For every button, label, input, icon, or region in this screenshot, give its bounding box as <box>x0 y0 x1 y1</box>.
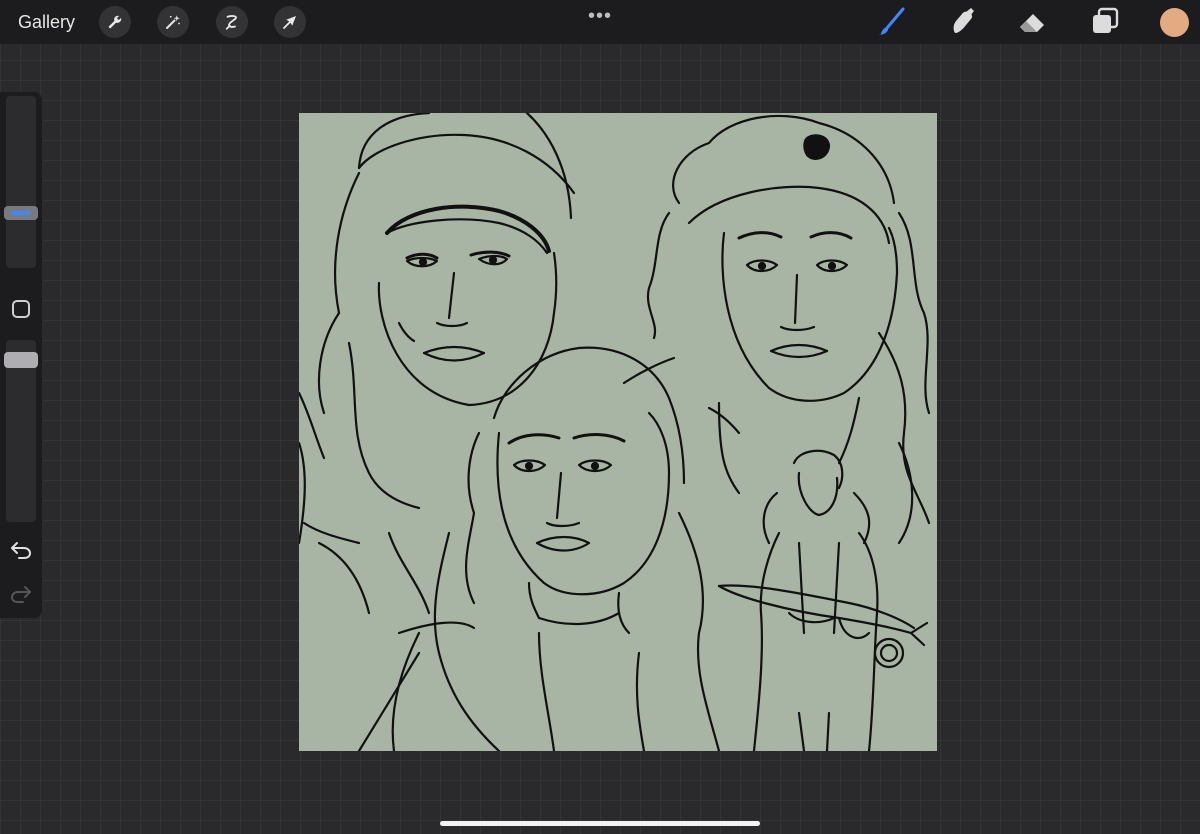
undo-icon[interactable] <box>9 540 33 560</box>
gallery-button[interactable]: Gallery <box>18 12 75 33</box>
smudge-icon[interactable] <box>945 6 977 38</box>
wrench-icon <box>108 15 122 29</box>
color-swatch-button[interactable] <box>1160 8 1189 37</box>
line-art-sketch <box>299 113 931 751</box>
more-options-button[interactable]: ••• <box>588 5 612 28</box>
adjustments-button[interactable] <box>157 6 189 38</box>
selection-button[interactable] <box>216 6 248 38</box>
home-indicator <box>440 821 760 826</box>
brush-size-handle[interactable] <box>4 206 38 220</box>
brush-icon[interactable] <box>874 6 906 38</box>
magic-wand-icon <box>166 15 180 29</box>
transform-arrow-icon <box>283 16 296 29</box>
actions-button[interactable] <box>99 6 131 38</box>
modify-button[interactable] <box>12 300 30 318</box>
top-toolbar: Gallery ••• <box>0 0 1200 44</box>
transform-button[interactable] <box>274 6 306 38</box>
layers-icon[interactable] <box>1089 6 1121 38</box>
opacity-handle[interactable] <box>4 352 38 368</box>
selection-icon <box>225 15 237 30</box>
left-sidebar <box>0 92 42 618</box>
eraser-icon[interactable] <box>1017 6 1049 38</box>
brush-size-slider[interactable] <box>6 96 36 268</box>
redo-icon[interactable] <box>9 584 33 604</box>
drawing-canvas[interactable] <box>299 113 937 751</box>
